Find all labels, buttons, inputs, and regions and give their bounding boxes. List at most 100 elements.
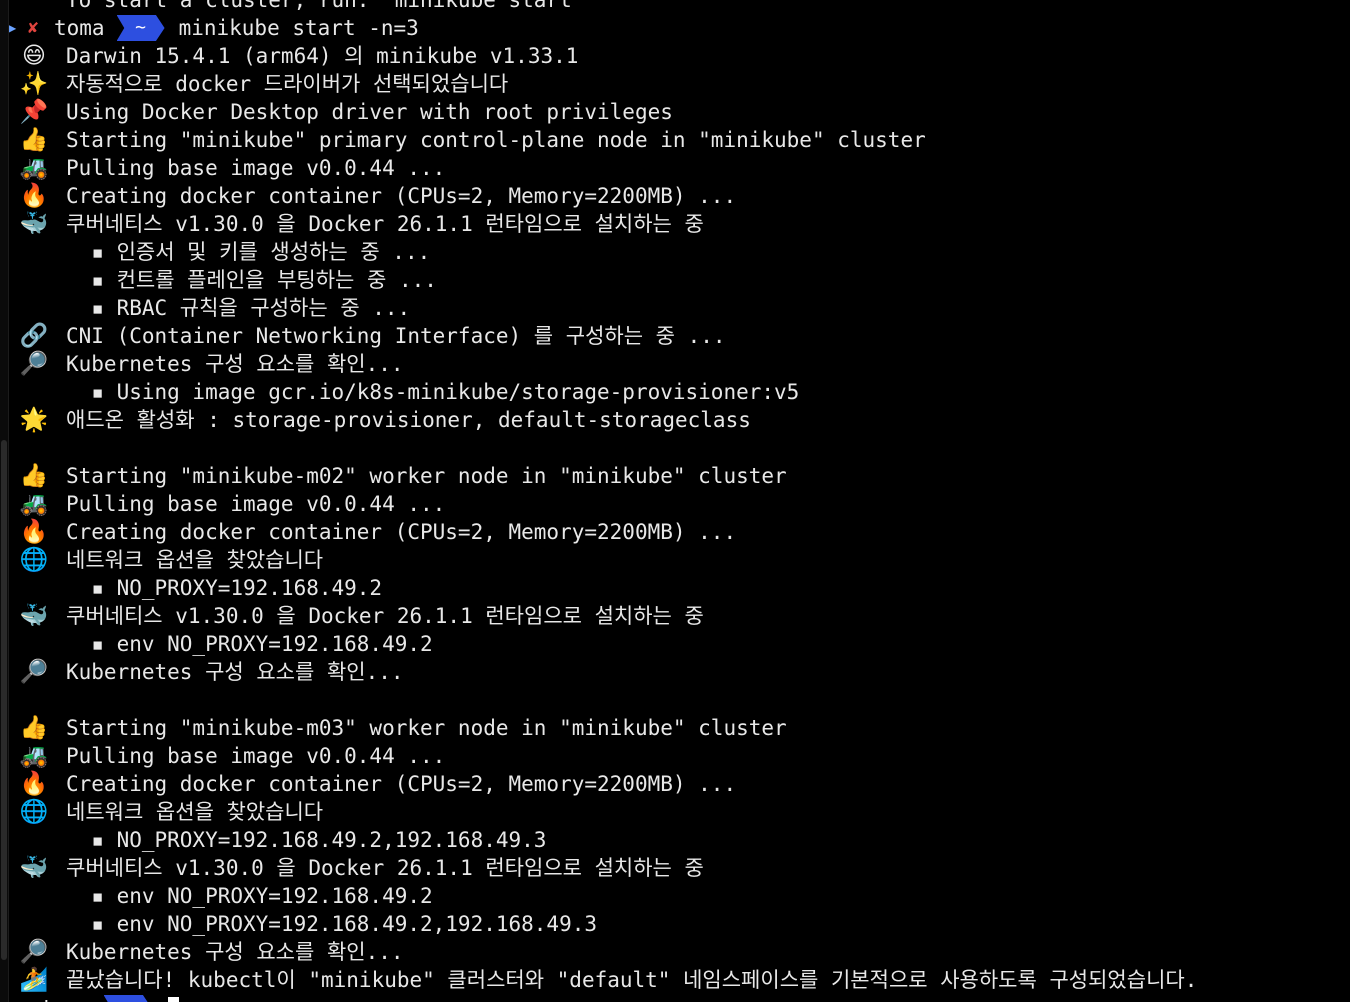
output-line: 🐳 쿠버네티스 v1.30.0 을 Docker 26.1.1 런타임으로 설치하…: [0, 854, 1350, 882]
output-text: To start a cluster, run: "minikube start…: [66, 0, 585, 12]
output-line: 🌐 네트워크 옵션을 찾았습니다: [0, 798, 1350, 826]
shell-prompt: ▶ ✘ toma ~ minikube start -n=3: [0, 14, 419, 42]
output-text: 애드온 활성화 : storage-provisioner, default-s…: [66, 408, 751, 432]
output-text: ▪ RBAC 규칙을 구성하는 중 ...: [66, 296, 411, 320]
tractor-icon: 🚜: [19, 491, 49, 517]
output-line: 🚜 Pulling base image v0.0.44 ...: [0, 490, 1350, 518]
output-text: Darwin 15.4.1 (arm64) 의 minikube v1.33.1: [66, 44, 579, 68]
star-icon: 🌟: [19, 407, 49, 433]
output-text: Starting "minikube-m03" worker node in "…: [66, 716, 787, 740]
output-line: 👍 Starting "minikube" primary control-pla…: [0, 126, 1350, 154]
tractor-icon: 🚜: [19, 155, 49, 181]
bottom-prompt-line[interactable]: ▶ toma ~: [0, 994, 1350, 1002]
output-line: 📌 Using Docker Desktop driver with root p…: [0, 98, 1350, 126]
output-line: ▪ env NO_PROXY=192.168.49.2: [0, 630, 1350, 658]
output-line: ▪ NO_PROXY=192.168.49.2: [0, 574, 1350, 602]
output-line: 🔎 Kubernetes 구성 요소를 확인...: [0, 658, 1350, 686]
globe-icon: 🌐: [19, 547, 49, 573]
fire-icon: 🔥: [19, 771, 49, 797]
output-text: 네트워크 옵션을 찾았습니다: [66, 800, 324, 824]
output-text: Starting "minikube" primary control-plan…: [66, 128, 926, 152]
output-text: ▪ env NO_PROXY=192.168.49.2,192.168.49.3: [66, 912, 598, 936]
output-line: 🚜 Pulling base image v0.0.44 ...: [0, 154, 1350, 182]
thumbs-up-icon: 👍: [19, 715, 49, 741]
output-text: Creating docker container (CPUs=2, Memor…: [66, 520, 737, 544]
output-line: ▪ 컨트롤 플레인을 부팅하는 중 ...: [0, 266, 1350, 294]
output-line: 🚜 Pulling base image v0.0.44 ...: [0, 742, 1350, 770]
output-line: 🔎 Kubernetes 구성 요소를 확인...: [0, 938, 1350, 966]
output-text: Kubernetes 구성 요소를 확인...: [66, 352, 404, 376]
prompt-command: minikube start -n=3: [178, 16, 419, 40]
pushpin-icon: 📌: [19, 99, 49, 125]
output-text: Pulling base image v0.0.44 ...: [66, 492, 446, 516]
output-text: ▪ Using image gcr.io/k8s-minikube/storag…: [66, 380, 800, 404]
output-text: CNI (Container Networking Interface) 를 구…: [66, 324, 726, 348]
whale-icon: 🐳: [19, 603, 49, 629]
link-icon: 🔗: [19, 323, 49, 349]
output-line: ▪ RBAC 규칙을 구성하는 중 ...: [0, 294, 1350, 322]
tractor-icon: 🚜: [19, 743, 49, 769]
output-text: 끝났습니다! kubectl이 "minikube" 클러스터와 "defaul…: [66, 968, 1198, 992]
output-line: ▪ NO_PROXY=192.168.49.2,192.168.49.3: [0, 826, 1350, 854]
output-line: 🔥 Creating docker container (CPUs=2, Memo…: [0, 518, 1350, 546]
thumbs-up-icon: 👍: [19, 127, 49, 153]
output-text: ▪ NO_PROXY=192.168.49.2: [66, 576, 383, 600]
output-line: ▪ Using image gcr.io/k8s-minikube/storag…: [0, 378, 1350, 406]
prompt-triangle-icon: ▶: [9, 994, 19, 1002]
output-text: Pulling base image v0.0.44 ...: [66, 156, 446, 180]
whale-icon: 🐳: [19, 211, 49, 237]
output-line: ✨ 자동적으로 docker 드라이버가 선택되었습니다: [0, 70, 1350, 98]
output-line: 🔥 Creating docker container (CPUs=2, Memo…: [0, 182, 1350, 210]
output-text: 쿠버네티스 v1.30.0 을 Docker 26.1.1 런타임으로 설치하는…: [66, 212, 704, 236]
prompt-line: ▶ ✘ toma ~ minikube start -n=3: [0, 14, 1350, 42]
output-text: 자동적으로 docker 드라이버가 선택되었습니다: [66, 72, 509, 96]
output-line: 🌟 애드온 활성화 : storage-provisioner, default-…: [0, 406, 1350, 434]
prompt-directory-segment: ~: [116, 15, 165, 41]
output-text: Kubernetes 구성 요소를 확인...: [66, 660, 404, 684]
output-line: ▪ env NO_PROXY=192.168.49.2,192.168.49.3: [0, 910, 1350, 938]
grinning-face-icon: 😄: [22, 43, 46, 69]
output-line: 🏄 끝났습니다! kubectl이 "minikube" 클러스터와 "defau…: [0, 966, 1350, 994]
output-line: ▪ env NO_PROXY=192.168.49.2: [0, 882, 1350, 910]
sparkles-icon: ✨: [19, 71, 49, 97]
output-line: 🐳 쿠버네티스 v1.30.0 을 Docker 26.1.1 런타임으로 설치하…: [0, 210, 1350, 238]
output-line-scrolled: To start a cluster, run: "minikube start…: [0, 0, 1350, 14]
output-text: 쿠버네티스 v1.30.0 을 Docker 26.1.1 런타임으로 설치하는…: [66, 604, 704, 628]
terminal-output: To start a cluster, run: "minikube start…: [0, 0, 1350, 1002]
thumbs-up-icon: 👍: [19, 463, 49, 489]
terminal-window[interactable]: To start a cluster, run: "minikube start…: [0, 0, 1350, 1002]
output-line: 🐳 쿠버네티스 v1.30.0 을 Docker 26.1.1 런타임으로 설치하…: [0, 602, 1350, 630]
output-text: Creating docker container (CPUs=2, Memor…: [66, 772, 737, 796]
output-text: Pulling base image v0.0.44 ...: [66, 744, 446, 768]
output-line: 🔥 Creating docker container (CPUs=2, Memo…: [0, 770, 1350, 798]
output-line: 👍 Starting "minikube-m02" worker node in …: [0, 462, 1350, 490]
output-text: ▪ NO_PROXY=192.168.49.2,192.168.49.3: [66, 828, 547, 852]
surfer-icon: 🏄: [19, 967, 49, 993]
fire-icon: 🔥: [19, 519, 49, 545]
error-status-icon: ✘: [28, 18, 39, 38]
prompt-directory-segment: ~: [103, 995, 152, 1002]
magnifier-icon: 🔎: [19, 351, 49, 377]
output-text: ▪ 컨트롤 플레인을 부팅하는 중 ...: [66, 268, 437, 292]
text-cursor[interactable]: [167, 997, 179, 1002]
output-text: Starting "minikube-m02" worker node in "…: [66, 464, 787, 488]
output-lines: 😄 Darwin 15.4.1 (arm64) 의 minikube v1.33.…: [0, 42, 1350, 994]
shell-prompt-current[interactable]: ▶ toma ~: [0, 994, 179, 1002]
prompt-user: toma: [41, 994, 92, 1002]
output-line: 👍 Starting "minikube-m03" worker node in …: [0, 714, 1350, 742]
output-line: 🔎 Kubernetes 구성 요소를 확인...: [0, 350, 1350, 378]
output-text: Creating docker container (CPUs=2, Memor…: [66, 184, 737, 208]
output-line: 😄 Darwin 15.4.1 (arm64) 의 minikube v1.33.…: [0, 42, 1350, 70]
whale-icon: 🐳: [19, 855, 49, 881]
output-text: ▪ env NO_PROXY=192.168.49.2: [66, 884, 433, 908]
output-text: ▪ 인증서 및 키를 생성하는 중 ...: [66, 240, 431, 264]
output-line: ▪ 인증서 및 키를 생성하는 중 ...: [0, 238, 1350, 266]
output-text: 네트워크 옵션을 찾았습니다: [66, 548, 324, 572]
fire-icon: 🔥: [19, 183, 49, 209]
magnifier-icon: 🔎: [19, 939, 49, 965]
output-text: Using Docker Desktop driver with root pr…: [66, 100, 673, 124]
prompt-user: toma: [54, 16, 105, 40]
output-line: 🔗 CNI (Container Networking Interface) 를 …: [0, 322, 1350, 350]
